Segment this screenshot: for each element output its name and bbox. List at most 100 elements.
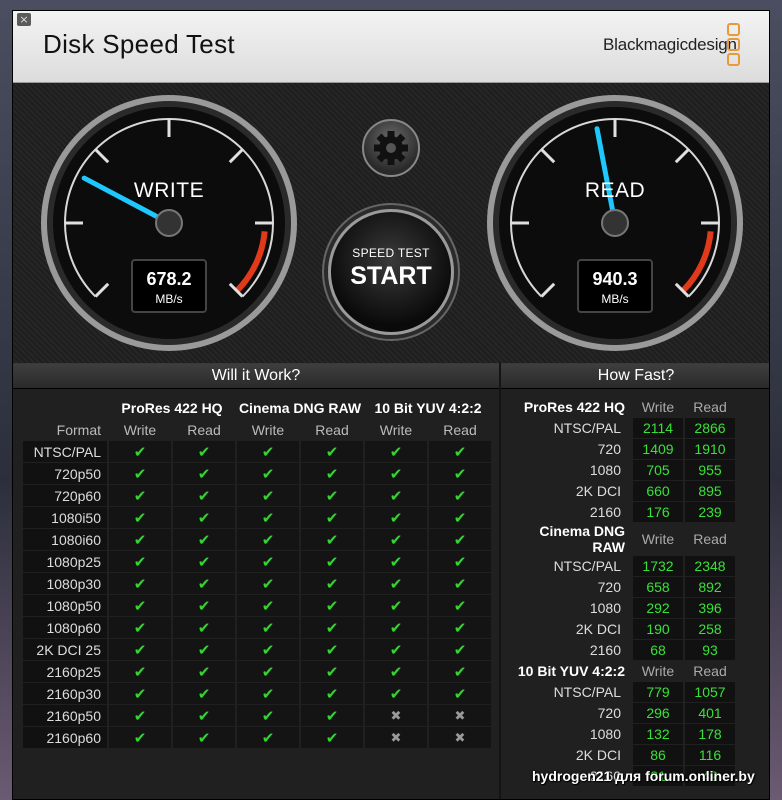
checkmark-icon: ✔	[261, 465, 275, 483]
supported-cell: ✔	[109, 507, 171, 528]
checkmark-icon: ✔	[325, 509, 339, 527]
table-row: 720p60 ✔ ✔ ✔ ✔ ✔ ✔	[23, 485, 491, 506]
checkmark-icon: ✔	[133, 707, 147, 725]
supported-cell: ✔	[237, 639, 299, 660]
checkmark-icon: ✔	[453, 443, 467, 461]
write-fps-value: 190	[633, 619, 683, 639]
section-header-row: 10 Bit YUV 4:2:2 Write Read	[507, 661, 735, 681]
format-label: NTSC/PAL	[553, 558, 621, 574]
checkmark-icon: ✔	[133, 509, 147, 527]
format-label: 2160	[589, 504, 621, 520]
supported-cell: ✔	[237, 507, 299, 528]
supported-cell: ✔	[365, 573, 427, 594]
table-row: 2K DCI 25 ✔ ✔ ✔ ✔ ✔ ✔	[23, 639, 491, 660]
format-label: 2160p30	[23, 683, 107, 704]
checkmark-icon: ✔	[261, 443, 275, 461]
supported-cell: ✔	[109, 595, 171, 616]
format-label: 2K DCI	[575, 483, 621, 499]
write-column-header: Write	[379, 422, 413, 438]
checkmark-icon: ✔	[261, 685, 275, 703]
checkmark-icon: ✔	[133, 685, 147, 703]
supported-cell: ✔	[173, 485, 235, 506]
how-fast-rows: ProRes 422 HQ Write Read NTSC/PAL 2114 2866 72…	[507, 397, 735, 786]
checkmark-icon: ✔	[325, 487, 339, 505]
will-it-work-panel: Will it Work? ProRes 422 HQ Cinema DNG R…	[13, 363, 499, 799]
checkmark-icon: ✔	[389, 663, 403, 681]
table-row: 1080i50 ✔ ✔ ✔ ✔ ✔ ✔	[23, 507, 491, 528]
supported-cell: ✔	[237, 441, 299, 462]
checkmark-icon: ✔	[261, 575, 275, 593]
write-column-header: Write	[641, 399, 675, 415]
table-row: 1080p30 ✔ ✔ ✔ ✔ ✔ ✔	[23, 573, 491, 594]
read-fps-value: 178	[685, 724, 735, 744]
supported-cell: ✔	[109, 727, 171, 748]
read-column-header: Read	[187, 422, 221, 438]
supported-cell: ✔	[365, 507, 427, 528]
format-label: 1080i50	[23, 507, 107, 528]
supported-cell: ✔	[429, 507, 491, 528]
supported-cell: ✔	[237, 551, 299, 572]
checkmark-icon: ✔	[197, 641, 211, 659]
checkmark-icon: ✔	[453, 487, 467, 505]
supported-cell: ✔	[109, 463, 171, 484]
checkmark-icon: ✔	[133, 575, 147, 593]
read-speed-value: 940.3	[592, 269, 638, 289]
checkmark-icon: ✔	[325, 597, 339, 615]
checkmark-icon: ✔	[453, 509, 467, 527]
supported-cell: ✔	[173, 617, 235, 638]
format-label: 1080p50	[23, 595, 107, 616]
read-fps-value: 1057	[685, 682, 735, 702]
format-label: 2160p25	[23, 661, 107, 682]
unsupported-cell: ✖	[365, 727, 427, 748]
read-fps-value: 401	[685, 703, 735, 723]
write-column-header: Write	[123, 422, 157, 438]
write-fps-value: 296	[633, 703, 683, 723]
close-button[interactable]: ×	[17, 13, 31, 26]
supported-cell: ✔	[301, 617, 363, 638]
supported-cell: ✔	[365, 683, 427, 704]
settings-button[interactable]	[362, 119, 420, 177]
supported-cell: ✔	[365, 529, 427, 550]
supported-cell: ✔	[365, 551, 427, 572]
checkmark-icon: ✔	[325, 619, 339, 637]
codec-name: ProRes 422 HQ	[523, 399, 625, 415]
checkmark-icon: ✔	[261, 663, 275, 681]
checkmark-icon: ✔	[197, 685, 211, 703]
brand-name: Blackmagicdesign	[603, 35, 737, 54]
supported-cell: ✔	[301, 595, 363, 616]
read-fps-value: 258	[685, 619, 735, 639]
supported-cell: ✔	[109, 639, 171, 660]
write-fps-value: 176	[633, 502, 683, 522]
format-label: 2K DCI 25	[23, 639, 107, 660]
table-row: 720 296 401	[507, 703, 735, 723]
supported-cell: ✔	[365, 485, 427, 506]
how-fast-title: How Fast?	[501, 364, 769, 389]
checkmark-icon: ✔	[197, 465, 211, 483]
supported-cell: ✔	[237, 595, 299, 616]
write-fps-value: 660	[633, 481, 683, 501]
supported-cell: ✔	[237, 485, 299, 506]
checkmark-icon: ✔	[261, 729, 275, 747]
read-fps-value: 955	[685, 460, 735, 480]
supported-cell: ✔	[173, 573, 235, 594]
checkmark-icon: ✔	[133, 597, 147, 615]
read-fps-value: 239	[685, 502, 735, 522]
read-column-header: Read	[693, 531, 727, 547]
write-fps-value: 68	[633, 640, 683, 660]
checkmark-icon: ✔	[133, 443, 147, 461]
start-button[interactable]: SPEED TEST START	[328, 209, 454, 335]
supported-cell: ✔	[429, 595, 491, 616]
group-header: 10 Bit YUV 4:2:2	[374, 400, 482, 416]
table-row: 2K DCI 660 895	[507, 481, 735, 501]
table-row: 1080 132 178	[507, 724, 735, 744]
supported-cell: ✔	[365, 463, 427, 484]
format-label: 2160p50	[23, 705, 107, 726]
section-header-row: ProRes 422 HQ Write Read	[507, 397, 735, 417]
write-fps-value: 658	[633, 577, 683, 597]
supported-cell: ✔	[109, 705, 171, 726]
supported-cell: ✔	[301, 727, 363, 748]
format-label: 1080i60	[23, 529, 107, 550]
supported-cell: ✔	[301, 639, 363, 660]
supported-cell: ✔	[301, 441, 363, 462]
read-fps-value: 396	[685, 598, 735, 618]
